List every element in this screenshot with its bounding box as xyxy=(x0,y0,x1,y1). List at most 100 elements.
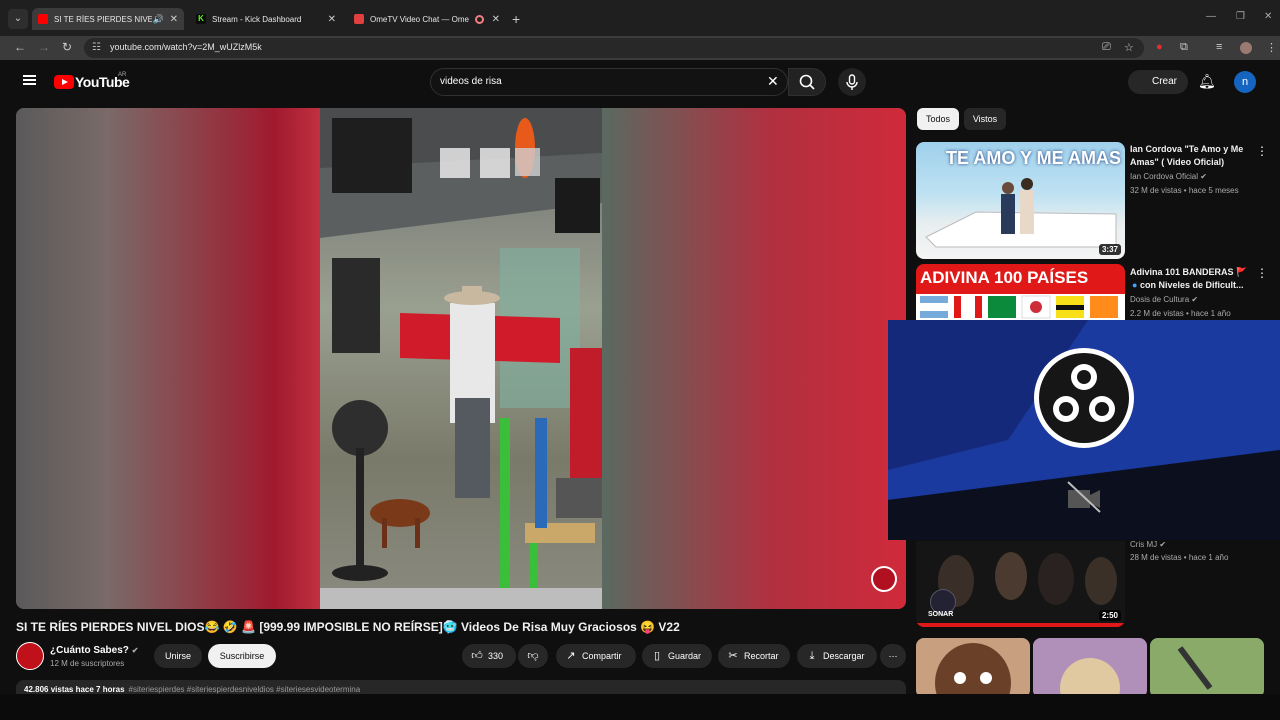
microphone-icon xyxy=(846,74,858,90)
tab-title: SI TE RÍES PIERDES NIVEL D xyxy=(54,14,152,24)
download-icon: ⤓ xyxy=(809,650,815,662)
chip-all[interactable]: Todos xyxy=(917,108,959,130)
recommendation-meta: 32 M de vistas • hace 5 meses xyxy=(1130,186,1239,195)
more-actions-button[interactable]: ⋯ xyxy=(880,644,906,668)
create-button[interactable]: Crear xyxy=(1128,70,1188,94)
flag-icons xyxy=(920,295,1118,319)
search-button[interactable] xyxy=(788,68,826,96)
forward-icon[interactable]: → xyxy=(38,40,50,54)
account-avatar[interactable]: n xyxy=(1234,71,1256,93)
video-frame xyxy=(320,108,602,609)
kebab-menu-icon[interactable]: ⋮ xyxy=(1256,144,1268,158)
recommendation-channel[interactable]: Ian Cordova Oficial ✔ xyxy=(1130,172,1207,181)
save-button[interactable]: ▯ Guardar xyxy=(642,644,712,668)
channel-text[interactable]: Ian Cordova Oficial xyxy=(1130,172,1198,181)
profile-icon[interactable] xyxy=(1240,42,1252,54)
video-player[interactable] xyxy=(16,108,906,609)
download-label: Descargar xyxy=(823,651,865,661)
recommendation-title[interactable]: Ian Cordova "Te Amo y Me Amas" ( Video O… xyxy=(1130,143,1258,169)
clear-search-icon[interactable]: ✕ xyxy=(767,73,779,90)
recommendation-title-line2[interactable]: ● con Niveles de Dificult... xyxy=(1132,279,1260,292)
short-thumbnail[interactable] xyxy=(1150,638,1264,698)
verified-icon: ✔ xyxy=(1191,295,1199,304)
tab-ometv[interactable]: OmeTV Video Chat — Ome ✕ xyxy=(348,8,506,30)
channel-name-text[interactable]: ¿Cuánto Sabes? xyxy=(50,645,129,656)
verified-icon: ✔ xyxy=(1200,172,1207,181)
notifications-bell-icon[interactable]: 🔔︎ xyxy=(1198,73,1216,90)
globe-icon: ● xyxy=(1132,280,1140,290)
clip-button[interactable]: ✂ Recortar xyxy=(718,644,790,668)
tab-search-icon[interactable]: ⌄ xyxy=(8,9,28,29)
video-scene xyxy=(320,108,602,609)
browser-tab-bar: ⌄ SI TE RÍES PIERDES NIVEL D 🔊 ✕ K Strea… xyxy=(0,0,1280,36)
close-tab-icon[interactable]: ✕ xyxy=(170,14,178,25)
extension-red-icon[interactable]: ● xyxy=(1156,41,1163,53)
thumbnail-text: ADIVINA 100 PAÍSES xyxy=(920,268,1089,287)
bookmark-star-icon[interactable]: ☆ xyxy=(1124,41,1134,54)
channel-text[interactable]: Dosis de Cultura xyxy=(1130,295,1189,304)
recommendation-channel[interactable]: Dosis de Cultura ✔ xyxy=(1130,295,1198,304)
tab-title: Stream - Kick Dashboard xyxy=(212,14,302,24)
kebab-menu-icon[interactable]: ⋮ xyxy=(1256,266,1268,280)
maximize-icon[interactable]: ❐ xyxy=(1236,11,1245,22)
join-button[interactable]: Unirse xyxy=(154,644,202,668)
recommendation-channel[interactable]: Cris MJ ✔ xyxy=(1130,540,1166,549)
cast-icon[interactable]: ⎚ xyxy=(1102,41,1111,54)
channel-avatar[interactable] xyxy=(16,642,44,670)
tab-youtube[interactable]: SI TE RÍES PIERDES NIVEL D 🔊 ✕ xyxy=(32,8,184,30)
region-code: AR xyxy=(118,72,127,78)
blurred-background-right xyxy=(602,108,906,609)
voice-search-button[interactable] xyxy=(838,68,866,96)
close-tab-icon[interactable]: ✕ xyxy=(492,14,500,25)
download-button[interactable]: ⤓ Descargar xyxy=(797,644,877,668)
subscribe-button[interactable]: Suscribirse xyxy=(208,644,276,668)
minimize-icon[interactable]: — xyxy=(1206,11,1216,22)
new-tab-icon[interactable]: + xyxy=(512,11,520,27)
channel-text[interactable]: Cris MJ xyxy=(1130,540,1157,549)
youtube-logo-icon[interactable] xyxy=(54,75,74,89)
title-line2-text[interactable]: con Niveles de Dificult... xyxy=(1140,280,1244,290)
recommendation-title[interactable]: Adivina 101 BANDERAS 🚩 xyxy=(1130,266,1258,279)
kick-favicon-icon: K xyxy=(196,14,206,24)
close-window-icon[interactable]: ✕ xyxy=(1264,11,1272,22)
browser-menu-icon[interactable]: ⋮ xyxy=(1266,41,1277,54)
extensions-icon[interactable]: ⧉ xyxy=(1180,41,1188,54)
tab-kick[interactable]: K Stream - Kick Dashboard ✕ xyxy=(190,8,342,30)
recommendation-thumbnail[interactable]: ADIVINA 100 PAÍSES xyxy=(916,264,1125,320)
reload-icon[interactable]: ↻ xyxy=(62,40,72,54)
close-tab-icon[interactable]: ✕ xyxy=(328,14,336,25)
obs-logo-mark xyxy=(1053,364,1115,422)
search-input[interactable]: videos de risa xyxy=(440,76,502,87)
chip-watched[interactable]: Vistos xyxy=(964,108,1006,130)
search-icon xyxy=(799,74,815,90)
recommendation-thumbnail[interactable]: TE AMO Y ME AMAS 3:37 xyxy=(916,142,1125,259)
dislike-button[interactable]: 👎︎ xyxy=(518,644,548,668)
flags-row xyxy=(916,294,1125,320)
face-scene xyxy=(935,643,1011,698)
menu-icon[interactable] xyxy=(23,75,36,85)
hashtags[interactable]: #siteriespierdes #siteriespierdesniveldi… xyxy=(129,685,361,694)
channel-watermark[interactable] xyxy=(871,566,897,592)
recommendation-meta: 28 M de vistas • hace 1 año xyxy=(1130,553,1229,562)
video-title: SI TE RÍES PIERDES NIVEL DIOS😂 🤣 🚨 [999.… xyxy=(16,620,680,634)
verified-icon: ✔ xyxy=(1159,540,1167,549)
back-icon[interactable]: ← xyxy=(14,40,26,54)
url-text[interactable]: youtube.com/watch?v=2M_wUZlzM5k xyxy=(110,42,262,52)
thumbnail-text: TE AMO Y ME AMAS xyxy=(946,148,1122,168)
thumbs-up-icon: 👍︎ xyxy=(471,650,483,662)
views-and-date: 42.806 vistas hace 7 horas xyxy=(24,685,125,694)
like-count: 330 xyxy=(488,651,504,661)
short-thumbnail[interactable] xyxy=(916,638,1030,698)
channel-name[interactable]: ¿Cuánto Sabes? ✔ xyxy=(50,645,138,656)
share-icon: ↗ xyxy=(566,650,576,662)
share-button[interactable]: ↗ Compartir xyxy=(556,644,636,668)
site-info-icon[interactable]: ☷ xyxy=(92,42,101,53)
grass-scene xyxy=(1150,638,1264,698)
like-button[interactable]: 👍︎ 330 xyxy=(462,644,516,668)
obs-camera-overlay xyxy=(888,320,1280,540)
media-control-icon[interactable]: ≡ xyxy=(1216,41,1222,53)
audio-icon[interactable]: 🔊 xyxy=(153,14,164,25)
short-thumbnail[interactable] xyxy=(1033,638,1147,698)
recommendation-thumbnail[interactable]: SONAR 2:50 xyxy=(916,541,1125,627)
duration-badge: 3:37 xyxy=(1098,244,1121,255)
